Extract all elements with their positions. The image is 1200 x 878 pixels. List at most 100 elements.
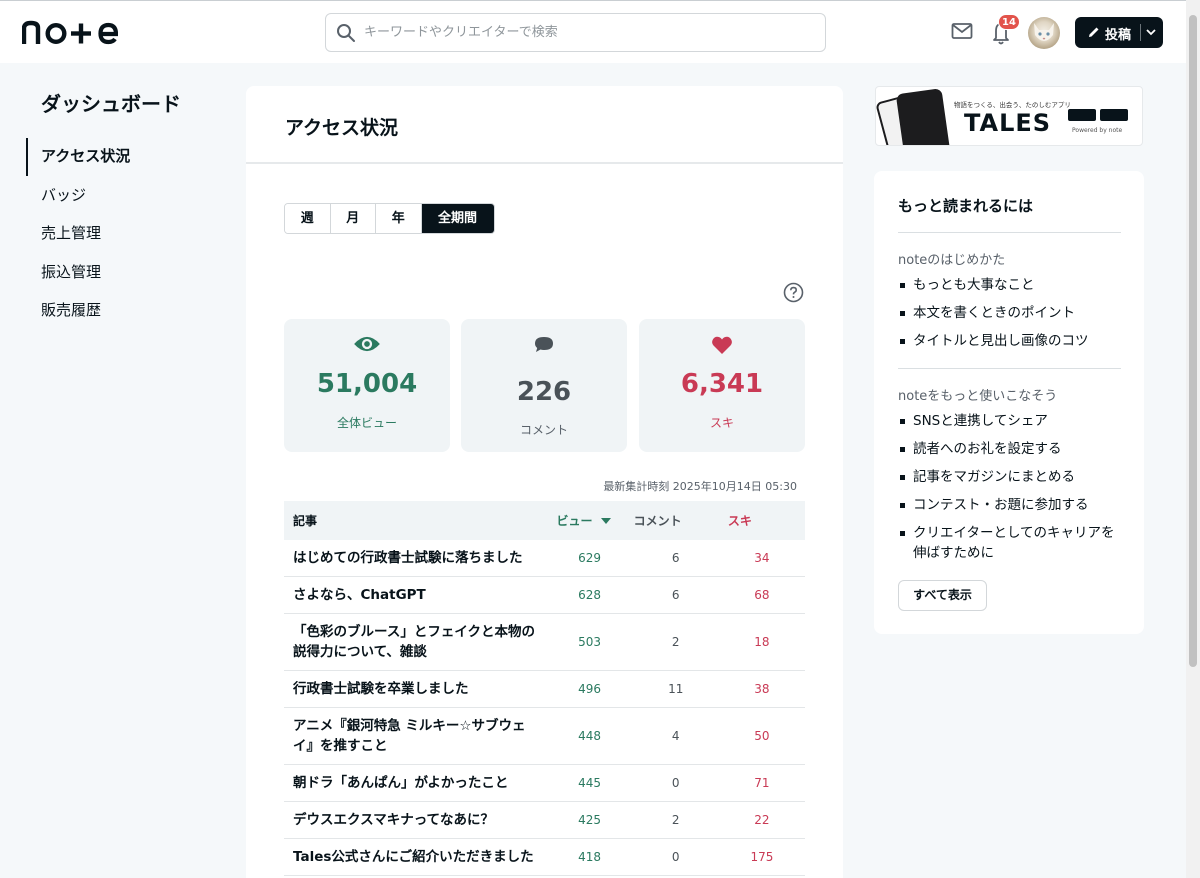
article-title[interactable]: 行政書士試験を卒業しました bbox=[284, 670, 547, 708]
sidebar-item-history[interactable]: 販売履歴 bbox=[26, 292, 226, 331]
article-likes: 18 bbox=[718, 613, 805, 671]
tips-divider bbox=[898, 368, 1121, 369]
article-comments: 4 bbox=[632, 707, 719, 765]
article-views: 448 bbox=[546, 707, 633, 765]
article-views: 629 bbox=[546, 540, 633, 577]
table-row[interactable]: デウスエクスマキナってなあに？ 425 2 22 bbox=[284, 801, 805, 839]
tips-title: もっと読まれるには bbox=[898, 197, 1034, 215]
google-play-badge bbox=[1100, 109, 1128, 121]
article-title[interactable]: さよなら、ChatGPT bbox=[284, 576, 547, 614]
col-header-likes[interactable]: スキ bbox=[718, 501, 805, 540]
pencil-icon bbox=[1089, 27, 1099, 37]
main-card: アクセス状況 週 月 年 全期間 51,004 全体ビュー 226 コメント 6… bbox=[246, 86, 843, 878]
table-header-row: 記事 ビュー コメント スキ bbox=[284, 501, 805, 540]
heart-icon bbox=[712, 336, 732, 354]
article-comments: 6 bbox=[632, 540, 719, 577]
article-likes: 34 bbox=[718, 540, 805, 577]
tab-week[interactable]: 週 bbox=[285, 204, 331, 233]
tips-list: SNSと連携してシェア 読者へのお礼を設定する 記事をマガジンにまとめる コンテ… bbox=[898, 411, 1128, 571]
tips-link[interactable]: もっとも大事なこと bbox=[898, 275, 1128, 295]
likes-value: 6,341 bbox=[680, 369, 764, 399]
tips-link[interactable]: 読者へのお礼を設定する bbox=[898, 439, 1128, 459]
ad-tagline: 物語をつくる、出会う、たのしむアプリ bbox=[954, 101, 1071, 109]
article-comments: 0 bbox=[632, 838, 719, 876]
article-likes: 50 bbox=[718, 707, 805, 765]
tab-all-time[interactable]: 全期間 bbox=[421, 204, 494, 233]
tips-divider bbox=[898, 232, 1121, 233]
sidebar-nav: アクセス状況 バッジ 売上管理 振込管理 販売履歴 bbox=[26, 138, 226, 331]
table-row[interactable]: はじめての行政書士試験に落ちました 629 6 34 bbox=[284, 540, 805, 577]
sort-down-icon bbox=[600, 518, 611, 524]
article-stats-table: 記事 ビュー コメント スキ はじめての行政書士試験に落ちました 629 6 3… bbox=[284, 501, 805, 876]
table-row[interactable]: さよなら、ChatGPT 628 6 68 bbox=[284, 576, 805, 614]
table-row[interactable]: Tales公式さんにご紹介いただきました 418 0 175 bbox=[284, 838, 805, 876]
col-header-views-label: ビュー bbox=[556, 514, 593, 528]
comments-stat-card: 226 コメント bbox=[461, 319, 627, 452]
post-button-label: 投稿 bbox=[1105, 28, 1132, 43]
tips-link[interactable]: SNSと連携してシェア bbox=[898, 411, 1128, 431]
article-likes: 68 bbox=[718, 576, 805, 614]
tab-year[interactable]: 年 bbox=[376, 204, 422, 233]
app-store-badge bbox=[1068, 109, 1096, 121]
chevron-down-icon[interactable] bbox=[1145, 27, 1157, 37]
col-header-article: 記事 bbox=[284, 501, 547, 540]
phone-illustration bbox=[895, 88, 951, 145]
tab-month[interactable]: 月 bbox=[330, 204, 376, 233]
tips-list: もっとも大事なこと 本文を書くときのポイント タイトルと見出し画像のコツ bbox=[898, 275, 1128, 359]
views-value: 51,004 bbox=[316, 369, 418, 399]
last-updated: 最新集計時刻 2025年10月14日 05:30 bbox=[603, 480, 797, 493]
article-likes: 175 bbox=[718, 838, 805, 876]
table-row[interactable]: 「色彩のブルース」とフェイクと本物の説得力について、雑談 503 2 18 bbox=[284, 613, 805, 671]
search-input[interactable] bbox=[364, 14, 814, 51]
col-header-comments[interactable]: コメント bbox=[632, 501, 719, 540]
article-title[interactable]: 「色彩のブルース」とフェイクと本物の説得力について、雑談 bbox=[284, 613, 547, 671]
page-scrollbar[interactable] bbox=[1186, 0, 1200, 878]
article-views: 628 bbox=[546, 576, 633, 614]
likes-stat-card: 6,341 スキ bbox=[639, 319, 805, 452]
comments-label: コメント bbox=[519, 423, 568, 437]
sidebar-item-sales[interactable]: 売上管理 bbox=[26, 215, 226, 254]
article-title[interactable]: アニメ『銀河特急 ミルキー☆サブウェイ』を推すこと bbox=[284, 707, 547, 765]
article-likes: 71 bbox=[718, 764, 805, 802]
scrollbar-thumb[interactable] bbox=[1189, 15, 1197, 667]
avatar[interactable] bbox=[1028, 17, 1060, 49]
article-comments: 11 bbox=[632, 670, 719, 708]
sidebar-item-transfer[interactable]: 振込管理 bbox=[26, 254, 226, 293]
tips-link[interactable]: コンテスト・お題に参加する bbox=[898, 495, 1128, 515]
help-icon[interactable] bbox=[783, 282, 804, 303]
tips-link[interactable]: 記事をマガジンにまとめる bbox=[898, 467, 1128, 487]
article-comments: 6 bbox=[632, 576, 719, 614]
tips-section-title: noteをもっと使いこなそう bbox=[898, 389, 1058, 404]
sidebar-title: ダッシュボード bbox=[41, 92, 181, 116]
article-title[interactable]: Tales公式さんにご紹介いただきました bbox=[284, 838, 547, 876]
article-views: 418 bbox=[546, 838, 633, 876]
article-comments: 0 bbox=[632, 764, 719, 802]
col-header-views[interactable]: ビュー bbox=[546, 501, 633, 540]
tips-link[interactable]: タイトルと見出し画像のコツ bbox=[898, 331, 1128, 351]
article-title[interactable]: デウスエクスマキナってなあに？ bbox=[284, 801, 547, 839]
views-stat-card: 51,004 全体ビュー bbox=[284, 319, 450, 452]
table-row[interactable]: アニメ『銀河特急 ミルキー☆サブウェイ』を推すこと 448 4 50 bbox=[284, 707, 805, 765]
sidebar-item-access[interactable]: アクセス状況 bbox=[26, 138, 226, 177]
article-title[interactable]: はじめての行政書士試験に落ちました bbox=[284, 540, 547, 577]
mail-icon[interactable] bbox=[951, 22, 973, 40]
title-divider bbox=[246, 162, 843, 164]
tips-link[interactable]: 本文を書くときのポイント bbox=[898, 303, 1128, 323]
likes-label: スキ bbox=[709, 416, 734, 430]
post-button[interactable]: 投稿 bbox=[1075, 17, 1163, 48]
table-row[interactable]: 行政書士試験を卒業しました 496 11 38 bbox=[284, 670, 805, 708]
tips-link[interactable]: クリエイターとしてのキャリアを伸ばすために bbox=[898, 523, 1128, 563]
views-label: 全体ビュー bbox=[336, 416, 397, 430]
article-title[interactable]: 朝ドラ「あんぱん」がよかったこと bbox=[284, 764, 547, 802]
article-views: 503 bbox=[546, 613, 633, 671]
tales-ad-banner[interactable]: 物語をつくる、出会う、たのしむアプリ TALES Powered by note bbox=[875, 86, 1143, 146]
search-box[interactable] bbox=[325, 13, 826, 52]
comments-value: 226 bbox=[516, 377, 572, 407]
sidebar-item-badge[interactable]: バッジ bbox=[26, 177, 226, 216]
note-logo[interactable] bbox=[22, 17, 118, 47]
table-row[interactable]: 朝ドラ「あんぱん」がよかったこと 445 0 71 bbox=[284, 764, 805, 802]
eye-icon bbox=[354, 336, 380, 352]
comment-icon bbox=[535, 337, 553, 352]
article-views: 445 bbox=[546, 764, 633, 802]
show-all-button[interactable]: すべて表示 bbox=[898, 580, 987, 611]
